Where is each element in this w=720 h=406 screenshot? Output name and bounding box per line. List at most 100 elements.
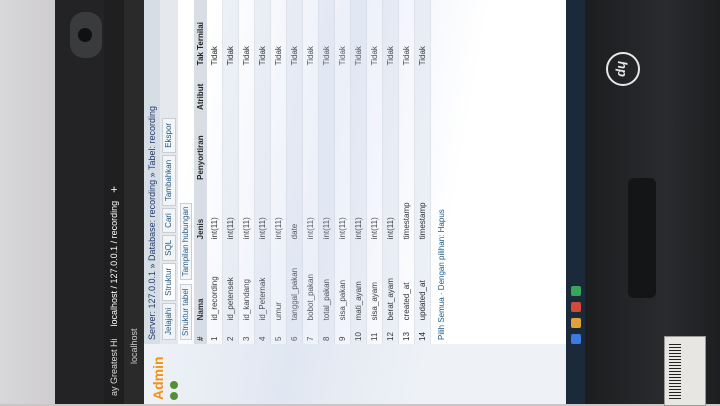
table-row[interactable]: 5 umur int(11) Tidak	[270, 0, 287, 344]
tab-ekspor[interactable]: Ekspor	[162, 117, 176, 153]
table-cell	[334, 68, 351, 113]
folder-icon[interactable]	[571, 318, 581, 328]
table-cell	[254, 68, 271, 113]
table-cell: Tidak	[334, 0, 351, 69]
table-cell	[318, 68, 335, 113]
check-all-link[interactable]: Pilih Semua	[437, 297, 446, 340]
with-selected-label: Dengan pilihan:	[437, 234, 446, 291]
table-cell: 8	[318, 323, 335, 344]
home-icon[interactable]	[170, 392, 178, 400]
app-icon[interactable]	[571, 286, 581, 296]
browser-tab[interactable]: ay Greatest Hi	[109, 334, 119, 400]
col-number: #	[194, 323, 207, 344]
table-cell: 7	[302, 323, 319, 344]
table-cell	[414, 112, 431, 183]
table-cell: sisa_pakan	[334, 242, 351, 324]
table-row[interactable]: 3 id_kandang int(11) Tidak	[238, 0, 255, 344]
delete-link[interactable]: Hapus	[437, 209, 446, 232]
table-cell: 5	[270, 323, 287, 344]
table-row[interactable]: 4 id_Peternak int(11) Tidak	[254, 0, 271, 344]
table-row[interactable]: 14 updated_at timestamp Tidak	[414, 0, 431, 344]
table-row[interactable]: 12 berat_ayam int(11) Tidak	[382, 0, 399, 344]
structure-table: # Nama Jenis Penyortiran Atribut Tak Ter…	[194, 0, 431, 344]
table-cell	[207, 112, 223, 183]
table-cell	[350, 68, 367, 113]
table-cell: Tidak	[270, 0, 287, 69]
table-cell: int(11)	[350, 182, 367, 243]
table-cell	[398, 68, 415, 113]
tab-cari[interactable]: Cari	[162, 208, 176, 233]
subtab-struktur-tabel[interactable]: Struktur tabel	[180, 284, 192, 340]
breadcrumb-table[interactable]: Tabel: recording	[147, 106, 157, 170]
table-row[interactable]: 2 id_petensek int(11) Tidak	[222, 0, 239, 344]
reload-icon[interactable]	[170, 381, 178, 389]
address-bar[interactable]: localhost	[124, 0, 144, 404]
table-row[interactable]: 13 created_at timestamp Tidak	[398, 0, 415, 344]
table-cell	[366, 112, 383, 183]
table-row[interactable]: 7 bobot_pakan int(11) Tidak	[302, 0, 319, 344]
table-cell	[286, 68, 303, 113]
table-cell	[398, 112, 415, 183]
table-cell: id_petensek	[222, 242, 239, 324]
tab-jelajahi[interactable]: Jelajahi	[162, 302, 176, 340]
table-cell: Tidak	[238, 0, 255, 69]
table-cell: 11	[366, 323, 383, 344]
table-cell: int(11)	[318, 182, 335, 243]
table-cell	[350, 112, 367, 183]
new-tab-icon[interactable]: +	[107, 186, 121, 193]
col-name: Nama	[194, 242, 207, 324]
table-cell: 14	[414, 323, 431, 344]
main-content: Server: 127.0.0.1 » Database: recording …	[144, 0, 586, 344]
table-cell: Tidak	[382, 0, 399, 69]
table-row[interactable]: 6 tanggal_pakan date Tidak	[286, 0, 303, 344]
table-cell: int(11)	[334, 182, 351, 243]
browser-icon[interactable]	[571, 302, 581, 312]
breadcrumb-server[interactable]: Server: 127.0.0.1	[147, 271, 157, 340]
table-cell	[222, 112, 239, 183]
table-cell	[302, 68, 319, 113]
table-cell	[270, 112, 287, 183]
taskbar	[566, 0, 586, 404]
table-cell: updated_at	[414, 242, 431, 324]
table-cell: 13	[398, 323, 415, 344]
table-cell	[207, 68, 223, 113]
tab-tambahkan[interactable]: Tambahkan	[162, 154, 176, 207]
table-row[interactable]: 11 sisa_ayam int(11) Tidak	[366, 0, 383, 344]
table-cell: bobot_pakan	[302, 242, 319, 324]
col-type: Jenis	[194, 182, 207, 243]
tab-struktur[interactable]: Struktur	[162, 262, 176, 301]
table-cell: Tidak	[286, 0, 303, 69]
table-cell: created_at	[398, 242, 415, 324]
table-cell: int(11)	[366, 182, 383, 243]
table-cell: Tidak	[302, 0, 319, 69]
sidebar-nav-icons	[166, 344, 182, 404]
table-cell: int(11)	[302, 182, 319, 243]
table-row[interactable]: 9 sisa_pakan int(11) Tidak	[334, 0, 351, 344]
table-row[interactable]: 8 total_pakan int(11) Tidak	[318, 0, 335, 344]
table-cell	[270, 68, 287, 113]
url-text: localhost	[129, 328, 139, 364]
tab-sql[interactable]: SQL	[162, 234, 176, 261]
table-cell: timestamp	[398, 182, 415, 243]
table-cell	[222, 68, 239, 113]
breadcrumb: Server: 127.0.0.1 » Database: recording …	[144, 0, 160, 344]
table-cell: int(11)	[222, 182, 239, 243]
table-cell	[366, 68, 383, 113]
barcode-sticker	[664, 336, 706, 406]
app-icon[interactable]	[571, 334, 581, 344]
breadcrumb-database[interactable]: Database: recording	[147, 180, 157, 261]
table-cell: berat_ayam	[382, 242, 399, 324]
table-cell: id_kandang	[238, 242, 255, 324]
bulk-actions: Pilih Semua · Dengan pilihan: Hapus	[437, 209, 446, 340]
table-row[interactable]: 1 id_recording int(11) Tidak	[207, 0, 223, 344]
sidebar: Admin	[144, 344, 586, 404]
table-cell: sisa_ayam	[366, 242, 383, 324]
table-cell: Tidak	[222, 0, 239, 69]
table-cell: 1	[207, 323, 223, 344]
browser-tab-active[interactable]: localhost / 127.0.0.1 / recording	[109, 197, 119, 331]
subtab-tampilan-hubungan[interactable]: Tampilan hubungan	[180, 202, 192, 281]
table-cell: Tidak	[350, 0, 367, 69]
table-cell: 9	[334, 323, 351, 344]
table-row[interactable]: 10 mati_ayam int(11) Tidak	[350, 0, 367, 344]
table-cell	[334, 112, 351, 183]
